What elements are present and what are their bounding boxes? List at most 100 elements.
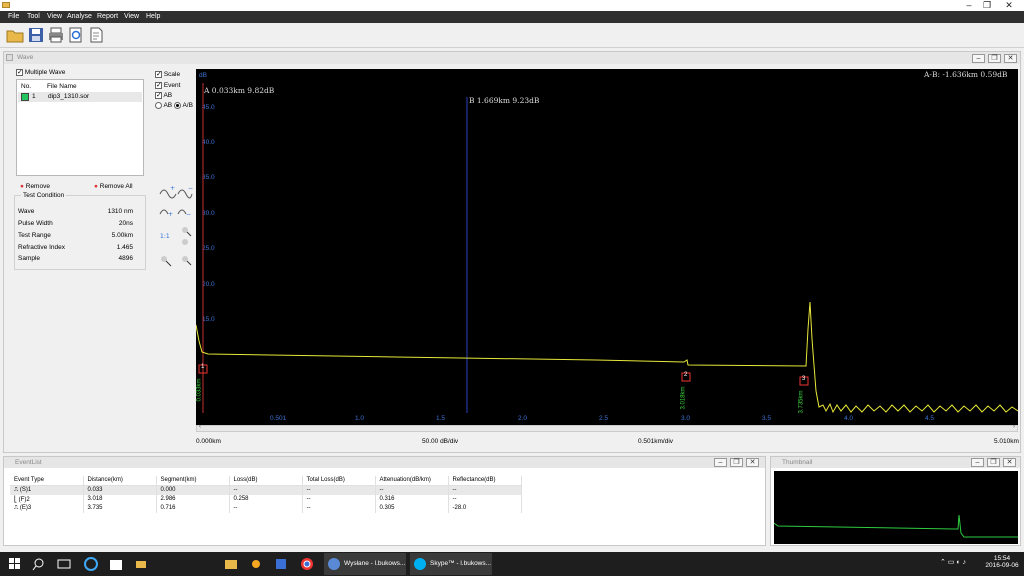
print-icon[interactable]	[47, 26, 65, 44]
table-row[interactable]: ⎍ (S)1 0.033 0.000 -- -- -- --	[10, 485, 522, 495]
thumb-close-button[interactable]: ✕	[1003, 458, 1016, 467]
remove-label: Remove	[25, 183, 50, 190]
table-row[interactable]: ⎍ (E)3 3.735 0.716 -- -- 0.305 -28.0	[10, 503, 522, 513]
cell: --	[302, 494, 376, 504]
tray-icons[interactable]: ⌃ ▭ ◐ ♪	[940, 558, 966, 566]
otdr-trace-plot[interactable]: dB 45.0 40.0 35.0 30.0 25.0 20.0 15.0 1 …	[196, 69, 1018, 425]
menu-file[interactable]: File	[8, 12, 19, 22]
scroll-left-icon[interactable]: ‹	[199, 424, 201, 430]
event-checkbox[interactable]	[155, 81, 162, 89]
report-icon[interactable]	[87, 26, 105, 44]
open-folder-icon[interactable]	[6, 26, 24, 44]
explorer-icon[interactable]	[222, 555, 240, 573]
clock[interactable]: 15:54 2016-09-06	[984, 555, 1020, 569]
event-label: Event	[163, 82, 181, 90]
cell: --	[302, 485, 376, 495]
col-event-type[interactable]: Event Type	[10, 476, 84, 486]
maximize-button[interactable]: ❐	[978, 0, 996, 11]
scale-toggle[interactable]: Scale	[155, 70, 181, 79]
close-button[interactable]: ✕	[1000, 0, 1018, 11]
user-app-icon[interactable]	[272, 555, 290, 573]
event-close-button[interactable]: ✕	[746, 458, 759, 467]
cursor-a-readout: A 0.033km 9.82dB	[204, 86, 275, 95]
scroll-right-icon[interactable]: ›	[1013, 424, 1015, 430]
menu-analyse[interactable]: Analyse	[67, 12, 92, 22]
x-tick-label: 0.501	[270, 415, 287, 422]
cell: 0.316	[375, 494, 449, 504]
cell: --	[229, 503, 303, 513]
test-condition-title: Test Condition	[21, 192, 67, 199]
taskbar-item-skype[interactable]: Skype™ - l.bukows...	[410, 553, 492, 575]
start-icon[interactable]	[6, 555, 24, 573]
a-b-radio-label: A/B	[182, 102, 193, 110]
event-list-title: EventList	[15, 459, 42, 466]
wave-restore-button[interactable]: ❐	[988, 54, 1001, 63]
col-total-loss[interactable]: Total Loss(dB)	[302, 476, 376, 486]
minimize-button[interactable]: –	[960, 0, 978, 11]
col-distance[interactable]: Distance(km)	[83, 476, 157, 486]
cell: 0.305	[375, 503, 449, 513]
taskbar-item-mail[interactable]: Wysłane - l.bukows...	[324, 553, 406, 575]
wave-close-button[interactable]: ✕	[1004, 54, 1017, 63]
zoom-y-out-icon[interactable]: −	[177, 209, 191, 218]
ab-radio[interactable]	[155, 102, 162, 109]
ab-label: AB	[163, 92, 173, 100]
menu-view-2[interactable]: View	[124, 12, 139, 22]
a-b-radio[interactable]	[174, 102, 181, 109]
event-restore-button[interactable]: ❐	[730, 458, 743, 467]
menu-help[interactable]: Help	[146, 12, 160, 22]
task-view-icon[interactable]	[55, 555, 73, 573]
zoom-x-in-icon[interactable]: +	[159, 185, 177, 199]
scale-checkbox[interactable]	[155, 70, 162, 78]
zoom-y-in-icon[interactable]: +	[159, 209, 173, 218]
file-row-no: 1	[32, 93, 36, 100]
store-icon[interactable]	[107, 555, 125, 573]
plot-horizontal-scrollbar[interactable]: ‹ ›	[196, 424, 1018, 432]
edge-icon[interactable]	[82, 555, 100, 573]
remove-all-icon: ●	[94, 183, 98, 190]
chrome-icon[interactable]	[298, 555, 316, 573]
print-preview-icon[interactable]	[67, 26, 85, 44]
file-row[interactable]: 1 dip3_1310.sor	[18, 92, 142, 102]
save-icon[interactable]	[27, 26, 45, 44]
col-attenuation[interactable]: Attenuation(dB/km)	[375, 476, 449, 486]
col-segment[interactable]: Segment(km)	[156, 476, 230, 486]
cell: 3.018	[83, 494, 157, 504]
col-loss[interactable]: Loss(dB)	[229, 476, 303, 486]
x-tick-label: 1.5	[436, 415, 446, 422]
thumbnail-window: Thumbnail – ❐ ✕	[770, 456, 1021, 546]
cell: --	[229, 485, 303, 495]
sun-app-icon[interactable]	[247, 555, 265, 573]
event-minimize-button[interactable]: –	[714, 458, 727, 467]
search-icon[interactable]	[30, 555, 48, 573]
file-row-name: dip3_1310.sor	[48, 93, 90, 100]
col-reflectance[interactable]: Reflectance(dB)	[448, 476, 522, 486]
ab-mode-radio[interactable]: AB	[155, 102, 172, 109]
event-toggle[interactable]: Event	[155, 81, 181, 90]
remove-all-button[interactable]: ● Remove All	[94, 183, 133, 190]
menu-tool[interactable]: Tool	[27, 12, 40, 22]
zoom-in-icon[interactable]	[182, 227, 192, 245]
event-marker-3-id: 3	[802, 376, 806, 382]
app-taskbar-icon[interactable]	[132, 555, 150, 573]
ab-toggle[interactable]: AB	[155, 91, 173, 100]
table-row[interactable]: ⎣ (F)2 3.018 2.986 0.258 -- 0.316 --	[10, 494, 522, 504]
ab-checkbox[interactable]	[155, 91, 162, 99]
zoom-reset-icon[interactable]: 1:1	[160, 233, 170, 240]
wave-minimize-button[interactable]: –	[972, 54, 985, 63]
menu-view[interactable]: View	[47, 12, 62, 22]
multiple-wave-toggle[interactable]: Multiple Wave	[16, 68, 65, 76]
zoom-region-icon[interactable]	[161, 256, 192, 267]
zoom-x-out-icon[interactable]: −	[177, 185, 193, 199]
tc-ri-label: Refractive Index	[18, 244, 65, 251]
thumbnail-preview[interactable]	[773, 471, 1018, 544]
thumb-restore-button[interactable]: ❐	[987, 458, 1000, 467]
menu-report[interactable]: Report	[97, 12, 118, 22]
remove-button[interactable]: ● Remove	[20, 183, 50, 190]
multiple-wave-checkbox[interactable]	[16, 68, 23, 76]
a-b-mode-radio[interactable]: A/B	[174, 102, 193, 109]
scale-label: Scale	[163, 71, 181, 79]
cell-event-type: ⎍ (E)3	[10, 503, 84, 513]
thumb-minimize-button[interactable]: –	[971, 458, 984, 467]
tc-range-label: Test Range	[18, 232, 51, 239]
